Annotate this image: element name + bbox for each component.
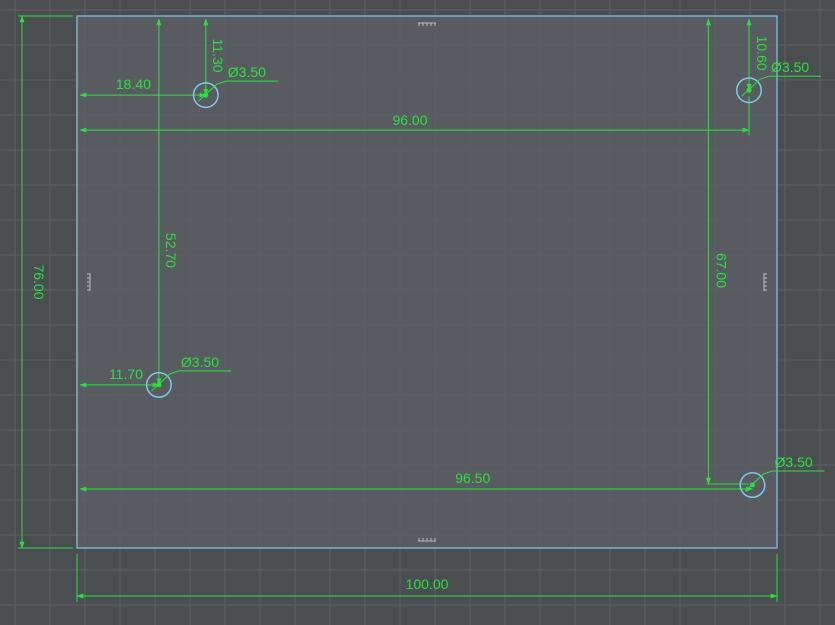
dim-hole-br-y[interactable]: 67.00 [713, 253, 729, 288]
dim-hole-tr-x[interactable]: 96.00 [392, 112, 427, 128]
sketch-canvas[interactable]: 100.00 76.00 18.40 11.30 Ø3.50 96.00 10.… [0, 0, 835, 625]
dim-hole-bl-dia[interactable]: Ø3.50 [181, 354, 219, 370]
dim-hole-bl-y[interactable]: 52.70 [163, 233, 179, 268]
dim-hole-br-dia[interactable]: Ø3.50 [775, 454, 813, 470]
dim-hole-tr-y[interactable]: 10.60 [754, 36, 770, 71]
dim-overall-width[interactable]: 100.00 [406, 576, 449, 592]
dim-hole-tl-x[interactable]: 18.40 [116, 76, 151, 92]
dim-hole-bl-x[interactable]: 11.70 [109, 366, 143, 382]
dim-overall-height[interactable]: 76.00 [31, 264, 47, 299]
dim-hole-br-x[interactable]: 96.50 [455, 470, 490, 486]
dim-hole-tr-dia[interactable]: Ø3.50 [771, 59, 809, 75]
dim-hole-tl-y[interactable]: 11.30 [210, 39, 226, 73]
dim-hole-tl-dia[interactable]: Ø3.50 [228, 64, 266, 80]
board-outline[interactable] [76, 15, 778, 549]
